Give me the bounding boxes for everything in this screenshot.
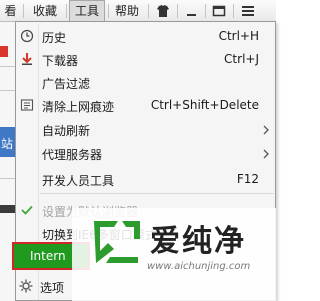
menubar-divider xyxy=(233,4,234,18)
menu-separator xyxy=(40,193,274,194)
submenu-arrow-icon xyxy=(262,124,270,135)
watermark-logo-icon xyxy=(88,213,146,265)
menu-favorites[interactable]: 收藏 xyxy=(26,0,64,22)
gear-icon xyxy=(19,279,33,293)
download-icon xyxy=(20,52,34,66)
menu-view[interactable]: 看 xyxy=(0,0,21,22)
menu-item-proxy-server[interactable]: 代理服务器 xyxy=(17,142,275,164)
menu-item-clear-traces[interactable]: 清除上网痕迹 Ctrl+Shift+Delete xyxy=(17,94,275,116)
menu-item-label: 开发人员工具 xyxy=(42,174,115,188)
menubar-divider xyxy=(205,4,206,18)
menu-item-shortcut: Ctrl+Shift+Delete xyxy=(150,98,259,112)
menu-item-shortcut: F12 xyxy=(236,172,259,186)
menu-item-label: 广告过滤 xyxy=(42,77,91,91)
menu-item-internet-options-label: Intern xyxy=(30,249,66,263)
submenu-arrow-icon xyxy=(262,148,270,159)
shirt-icon[interactable] xyxy=(153,3,173,19)
menu-item-label: 历史 xyxy=(42,31,67,45)
menu-item-auto-refresh[interactable]: 自动刷新 xyxy=(17,118,275,140)
background-red-mark xyxy=(0,46,8,57)
menu-tools[interactable]: 工具 xyxy=(69,0,105,22)
menu-item-shortcut: Ctrl+H xyxy=(218,29,259,43)
menu-item-label: 下载器 xyxy=(42,54,79,68)
menubar-divider xyxy=(108,4,109,18)
eraser-icon xyxy=(20,98,34,112)
menubar-divider xyxy=(23,4,24,18)
watermark-name: 爱纯净 xyxy=(150,224,246,259)
menubar: 看 收藏 工具 帮助 xyxy=(0,0,276,22)
clock-icon xyxy=(20,29,34,43)
menu-item-label: 自动刷新 xyxy=(42,124,91,138)
menubar-divider xyxy=(66,4,67,18)
menu-help[interactable]: 帮助 xyxy=(111,0,143,22)
menu-item-options[interactable]: 选项 xyxy=(40,279,64,296)
window-icon[interactable] xyxy=(209,3,229,19)
menu-item-ad-filter[interactable]: 广告过滤 xyxy=(17,71,275,93)
menubar-divider xyxy=(148,4,149,18)
menu-item-shortcut: Ctrl+J xyxy=(224,52,259,66)
checkmark-icon xyxy=(20,203,34,217)
menu-item-label: 清除上网痕迹 xyxy=(42,100,115,114)
menu-item-history[interactable]: 历史 Ctrl+H xyxy=(17,25,275,47)
background-blue-text: 站 xyxy=(1,137,14,151)
menu-item-label: 代理服务器 xyxy=(42,148,103,162)
menubar-divider xyxy=(177,4,178,18)
menu-item-dev-tools[interactable]: 开发人员工具 F12 xyxy=(17,168,275,190)
minimize-icon[interactable] xyxy=(182,3,202,19)
menu-icon[interactable] xyxy=(238,3,258,19)
menu-item-downloader[interactable]: 下载器 Ctrl+J xyxy=(17,48,275,70)
watermark-url: www.aichunjing.com xyxy=(147,261,251,272)
